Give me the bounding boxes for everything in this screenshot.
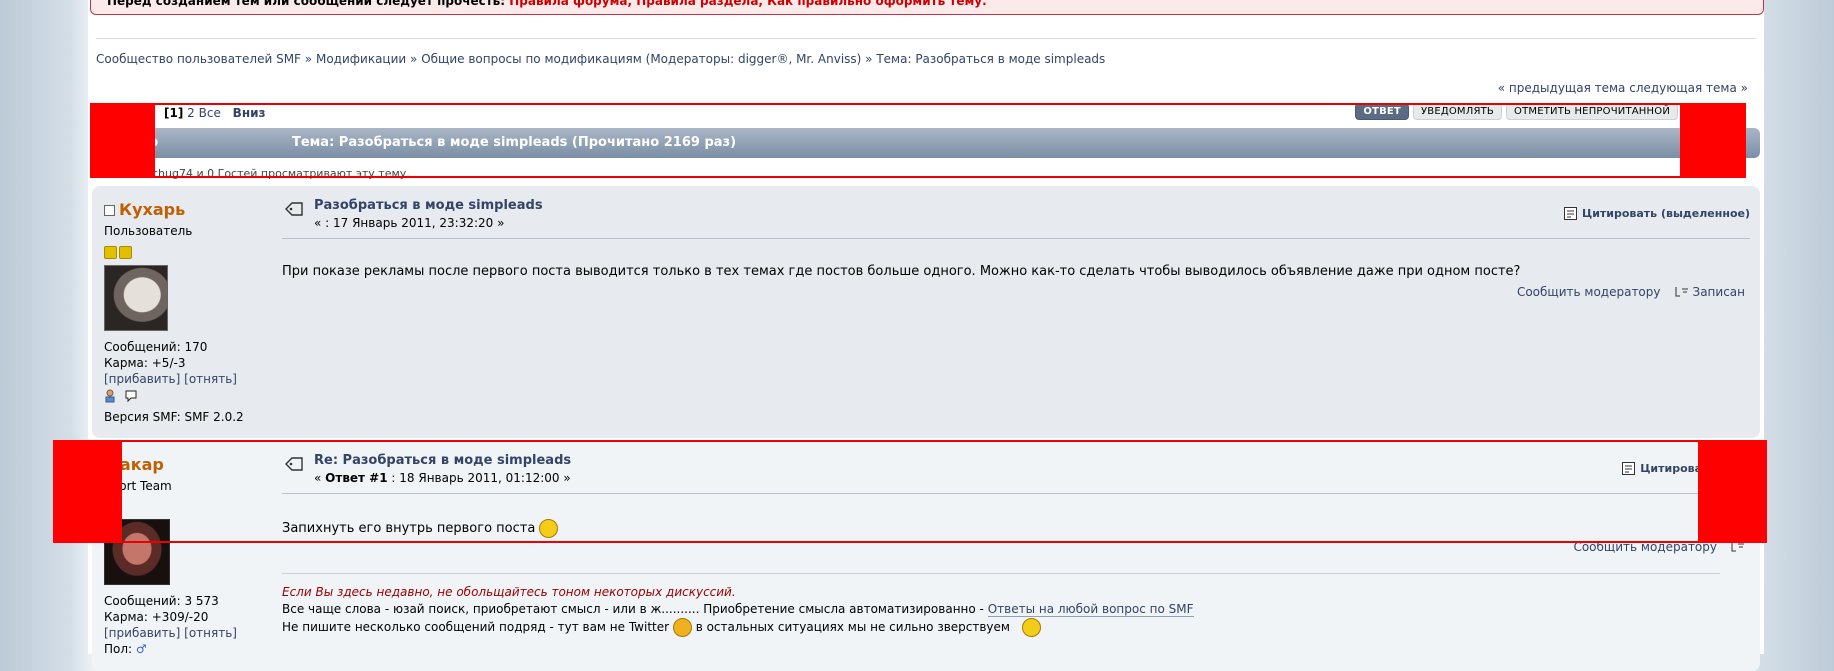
redaction-block bbox=[53, 440, 122, 543]
quote-button[interactable]: Цитировать (выделенное) bbox=[1563, 207, 1750, 220]
ip-logged-icon bbox=[1675, 287, 1688, 297]
quote-icon bbox=[1563, 207, 1577, 220]
logged-label: Записан bbox=[1692, 285, 1746, 299]
post: Кухарь Пользователь Сообщений: 170 Карма… bbox=[92, 186, 1760, 438]
post-body: При показе рекламы после первого поста в… bbox=[282, 264, 1521, 279]
signature: Если Вы здесь недавно, не обольщайтесь т… bbox=[282, 573, 1720, 637]
post-count: Сообщений: 170 bbox=[104, 340, 208, 354]
personal-message-icon[interactable] bbox=[124, 389, 138, 403]
tongue-smiley-icon bbox=[1021, 618, 1041, 637]
offline-status-icon bbox=[104, 205, 115, 216]
avatar[interactable] bbox=[104, 265, 168, 331]
forum-notice: Перед созданием тем или сообщений следуе… bbox=[90, 0, 1764, 15]
star-icon bbox=[119, 246, 132, 259]
topic-icon bbox=[285, 202, 303, 216]
poster-name[interactable]: Кухарь bbox=[119, 200, 185, 219]
breadcrumb-item-topic[interactable]: Тема: Разобраться в моде simpleads bbox=[876, 52, 1105, 66]
topic-nav: « предыдущая тема следующая тема » bbox=[1498, 81, 1748, 95]
karma-applaud-link[interactable]: [прибавить] bbox=[104, 626, 180, 640]
breadcrumb-item-community[interactable]: Сообщество пользователей SMF bbox=[96, 52, 301, 66]
post-date: « : 17 Январь 2011, 23:32:20 » bbox=[314, 216, 505, 230]
poster-info: Кухарь Пользователь Сообщений: 170 Карма… bbox=[104, 200, 274, 425]
angry-smiley-icon bbox=[672, 618, 692, 637]
divider bbox=[96, 38, 1756, 39]
karma: Карма: +5/-3 bbox=[104, 356, 186, 370]
breadcrumb-item-mods[interactable]: Модификации bbox=[316, 52, 406, 66]
redaction-block bbox=[1680, 103, 1746, 178]
redaction-frame bbox=[90, 103, 1746, 178]
karma-applaud-link[interactable]: [прибавить] bbox=[104, 372, 180, 386]
signature-link[interactable]: Ответы на любой вопрос по SMF bbox=[987, 602, 1194, 617]
redaction-frame bbox=[53, 440, 1767, 543]
signature-line: Не пишите несколько сообщений подряд - т… bbox=[282, 620, 670, 634]
report-to-moderator-link[interactable]: Сообщить модератору bbox=[1517, 285, 1661, 299]
rank-stars bbox=[104, 246, 274, 259]
member-group: Пользователь bbox=[104, 224, 193, 238]
breadcrumb-item-board[interactable]: Общие вопросы по модификациям (Модератор… bbox=[421, 52, 861, 66]
redaction-block bbox=[90, 103, 155, 178]
notice-rules[interactable]: Правила форума, Правила раздела, Как пра… bbox=[509, 0, 986, 8]
profile-icon[interactable] bbox=[104, 389, 118, 403]
signature-line: Если Вы здесь недавно, не обольщайтесь т… bbox=[282, 585, 736, 599]
forum-page: Перед созданием тем или сообщений следуе… bbox=[88, 0, 1764, 671]
post-subject[interactable]: Разобраться в моде simpleads bbox=[314, 198, 543, 213]
post-count: Сообщений: 3 573 bbox=[104, 594, 219, 608]
karma-smite-link[interactable]: [отнять] bbox=[184, 372, 237, 386]
karma-smite-link[interactable]: [отнять] bbox=[184, 626, 237, 640]
signature-line: Все чаще слова - юзай поиск, приобретают… bbox=[282, 602, 988, 616]
karma: Карма: +309/-20 bbox=[104, 610, 209, 624]
quote-label: Цитировать (выделенное) bbox=[1581, 207, 1750, 220]
redaction-block bbox=[1698, 440, 1767, 543]
signature-line: в остальных ситуациях мы не сильно зверс… bbox=[695, 620, 1010, 634]
notice-lead: Перед созданием тем или сообщений следуе… bbox=[107, 0, 506, 8]
divider bbox=[282, 238, 1750, 239]
next-topic-link[interactable]: следующая тема » bbox=[1629, 81, 1748, 95]
star-icon bbox=[104, 246, 117, 259]
smf-version: Версия SMF: SMF 2.0.2 bbox=[104, 410, 244, 424]
prev-topic-link[interactable]: « предыдущая тема bbox=[1498, 81, 1626, 95]
breadcrumb: Сообщество пользователей SMF » Модификац… bbox=[96, 52, 1106, 66]
